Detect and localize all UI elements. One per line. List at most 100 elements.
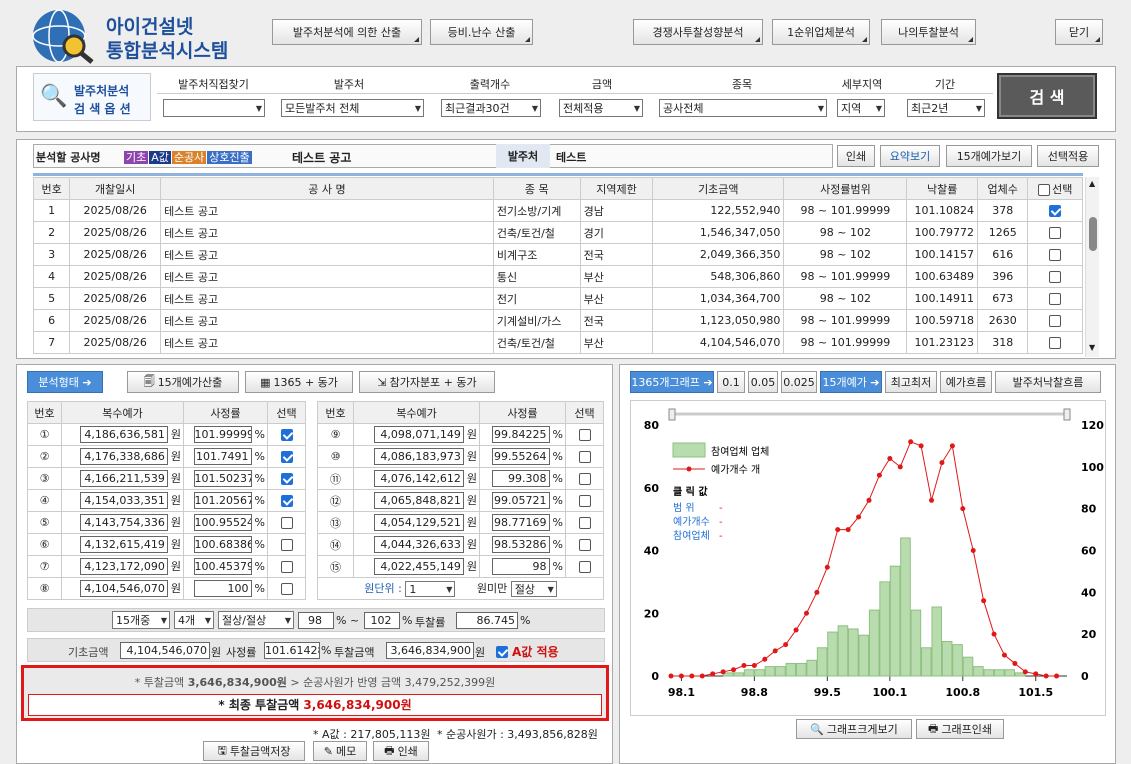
- price-select-checkbox[interactable]: [578, 517, 591, 529]
- graph-tab[interactable]: 1365개그래프 ➔: [630, 371, 714, 393]
- row-select-checkbox[interactable]: [1049, 227, 1062, 239]
- table-row[interactable]: 4 2025/08/26 테스트 공고 통신 부산 548,306,860 98 ~ 101…: [32, 265, 1083, 288]
- graph-tab[interactable]: 15개예가 ➔: [820, 371, 882, 393]
- price-count-point[interactable]: [1043, 673, 1049, 679]
- participant-bar[interactable]: [858, 634, 870, 677]
- print-button[interactable]: 인쇄: [837, 145, 875, 167]
- bid-amount-input[interactable]: 3,646,834,900: [386, 642, 474, 659]
- amount-select[interactable]: 전체적용: [559, 99, 643, 117]
- nav-competitor-button[interactable]: 경쟁사투찰성향분석: [633, 19, 763, 45]
- client-select[interactable]: 모든발주처 전체: [281, 99, 424, 117]
- close-button[interactable]: 닫기: [1055, 19, 1103, 45]
- price-count-point[interactable]: [1001, 652, 1007, 658]
- nav-first-rank-button[interactable]: 1순위업체분석: [772, 19, 870, 45]
- price-select-checkbox[interactable]: [578, 539, 591, 551]
- rate-input[interactable]: 101.50237: [193, 470, 252, 487]
- price-count-point[interactable]: [897, 464, 903, 470]
- price-input[interactable]: 4,098,071,149: [373, 426, 464, 444]
- below-select[interactable]: 절상: [510, 581, 557, 597]
- price-count-point[interactable]: [991, 631, 997, 637]
- price-input[interactable]: 4,123,172,090: [79, 558, 168, 576]
- price-input[interactable]: 4,186,636,581: [79, 426, 168, 444]
- category-select[interactable]: 공사전체: [659, 99, 827, 117]
- participant-bar[interactable]: [837, 625, 849, 677]
- price-count-point[interactable]: [741, 663, 747, 669]
- nav-my-bid-button[interactable]: 나의투찰분석: [881, 19, 976, 45]
- price-count-point[interactable]: [918, 443, 924, 449]
- participant-bar[interactable]: [743, 669, 755, 677]
- price-input[interactable]: 4,154,033,351: [79, 492, 168, 510]
- analysis-mode-button[interactable]: 분석형태 ➔: [27, 371, 103, 393]
- participant-bar[interactable]: [775, 666, 786, 677]
- price-count-point[interactable]: [866, 497, 872, 503]
- price-select-checkbox[interactable]: [280, 517, 293, 529]
- price-count-point[interactable]: [876, 472, 882, 478]
- rate-input[interactable]: 99.55264: [491, 448, 550, 465]
- price-input[interactable]: 4,132,615,419: [79, 536, 168, 554]
- assess-rate-input[interactable]: 101.61428: [264, 642, 320, 659]
- price-select-checkbox[interactable]: [280, 561, 293, 573]
- participant-bar[interactable]: [993, 669, 1005, 677]
- price-select-checkbox[interactable]: [280, 539, 293, 551]
- 1365-button[interactable]: ▦ 1365 + 동가: [245, 371, 353, 393]
- price-count-point[interactable]: [668, 673, 674, 679]
- rate-input[interactable]: 101.99999: [193, 426, 252, 443]
- price-input[interactable]: 4,104,546,070: [79, 580, 168, 598]
- row-select-checkbox[interactable]: [1049, 337, 1062, 349]
- a-value-checkbox[interactable]: [496, 646, 508, 658]
- participant-bar[interactable]: [952, 644, 963, 677]
- participant-bar[interactable]: [983, 669, 995, 677]
- participant-bar[interactable]: [973, 666, 984, 677]
- output-count-select[interactable]: 최근결과30건: [441, 99, 541, 117]
- nav-ratio-random-button[interactable]: 등비.난수 산출: [430, 19, 533, 45]
- participant-bar[interactable]: [879, 581, 890, 677]
- table-row[interactable]: 7 2025/08/26 테스트 공고 건축/토건/철 부산 4,104,546,070 9…: [32, 331, 1083, 354]
- rate-input[interactable]: 100.45379: [193, 558, 252, 575]
- price-count-point[interactable]: [824, 564, 830, 570]
- participant-bar[interactable]: [921, 647, 932, 677]
- participant-bar[interactable]: [962, 656, 974, 677]
- participant-bar[interactable]: [1004, 669, 1015, 677]
- table-row[interactable]: 5 2025/08/26 테스트 공고 전기 부산 1,034,364,700 98 ~ 1…: [32, 287, 1083, 310]
- participant-bar[interactable]: [795, 662, 807, 677]
- price-count-point[interactable]: [939, 460, 945, 466]
- rate-input[interactable]: 99.84225: [491, 426, 550, 443]
- graph-enlarge-button[interactable]: 🔍 그래프크게보기: [796, 719, 912, 739]
- apply-selection-button[interactable]: 선택적용: [1037, 145, 1099, 167]
- graph-tab[interactable]: 발주처낙찰흐름: [995, 371, 1101, 393]
- participant-bar[interactable]: [785, 662, 797, 677]
- price-select-checkbox[interactable]: [578, 473, 591, 485]
- participant-bar[interactable]: [827, 631, 838, 677]
- view-15-prices-button[interactable]: 15개예가보기: [946, 145, 1032, 167]
- price-count-point[interactable]: [783, 642, 789, 648]
- rate-input[interactable]: 100: [193, 580, 252, 597]
- memo-button[interactable]: ✎ 메모: [313, 741, 367, 761]
- select-all-checkbox[interactable]: [1038, 183, 1051, 196]
- price-count-point[interactable]: [793, 627, 799, 633]
- table-row[interactable]: 1 2025/08/26 테스트 공고 전기소방/기계 경남 122,552,940 98 …: [32, 199, 1083, 222]
- nav-client-analysis-button[interactable]: 발주처분석에 의한 산출: [272, 19, 422, 45]
- min-rate-input[interactable]: 98: [298, 612, 334, 629]
- rate-input[interactable]: 98.53286: [491, 536, 550, 553]
- price-count-point[interactable]: [949, 443, 955, 449]
- summary-button[interactable]: 요약보기: [880, 145, 940, 167]
- graph-tab[interactable]: 0.05: [748, 371, 778, 393]
- price-input[interactable]: 4,054,129,521: [373, 514, 464, 532]
- graph-tab[interactable]: 예가흐름: [940, 371, 992, 393]
- price-count-point[interactable]: [710, 671, 716, 677]
- table-row[interactable]: 6 2025/08/26 테스트 공고 기계설비/가스 전국 1,123,050,980 9…: [32, 309, 1083, 332]
- price-input[interactable]: 4,086,183,973: [373, 448, 464, 466]
- price-select-checkbox[interactable]: [280, 583, 293, 595]
- price-count-point[interactable]: [908, 439, 914, 445]
- price-select-checkbox[interactable]: [578, 429, 591, 441]
- rate-input[interactable]: 99.05721: [491, 492, 550, 509]
- row-select-checkbox[interactable]: [1049, 271, 1062, 283]
- rate-input[interactable]: 101.20567: [193, 492, 252, 509]
- price-count-point[interactable]: [835, 527, 841, 533]
- price-count-point[interactable]: [1054, 673, 1060, 679]
- table-row[interactable]: 3 2025/08/26 테스트 공고 비계구조 전국 2,049,366,350 98 ~…: [32, 243, 1083, 266]
- client-find-input[interactable]: [163, 99, 265, 117]
- participant-bar[interactable]: [910, 609, 922, 677]
- range-slider-handle[interactable]: [1063, 408, 1071, 421]
- rate-input[interactable]: 98.77169: [491, 514, 550, 531]
